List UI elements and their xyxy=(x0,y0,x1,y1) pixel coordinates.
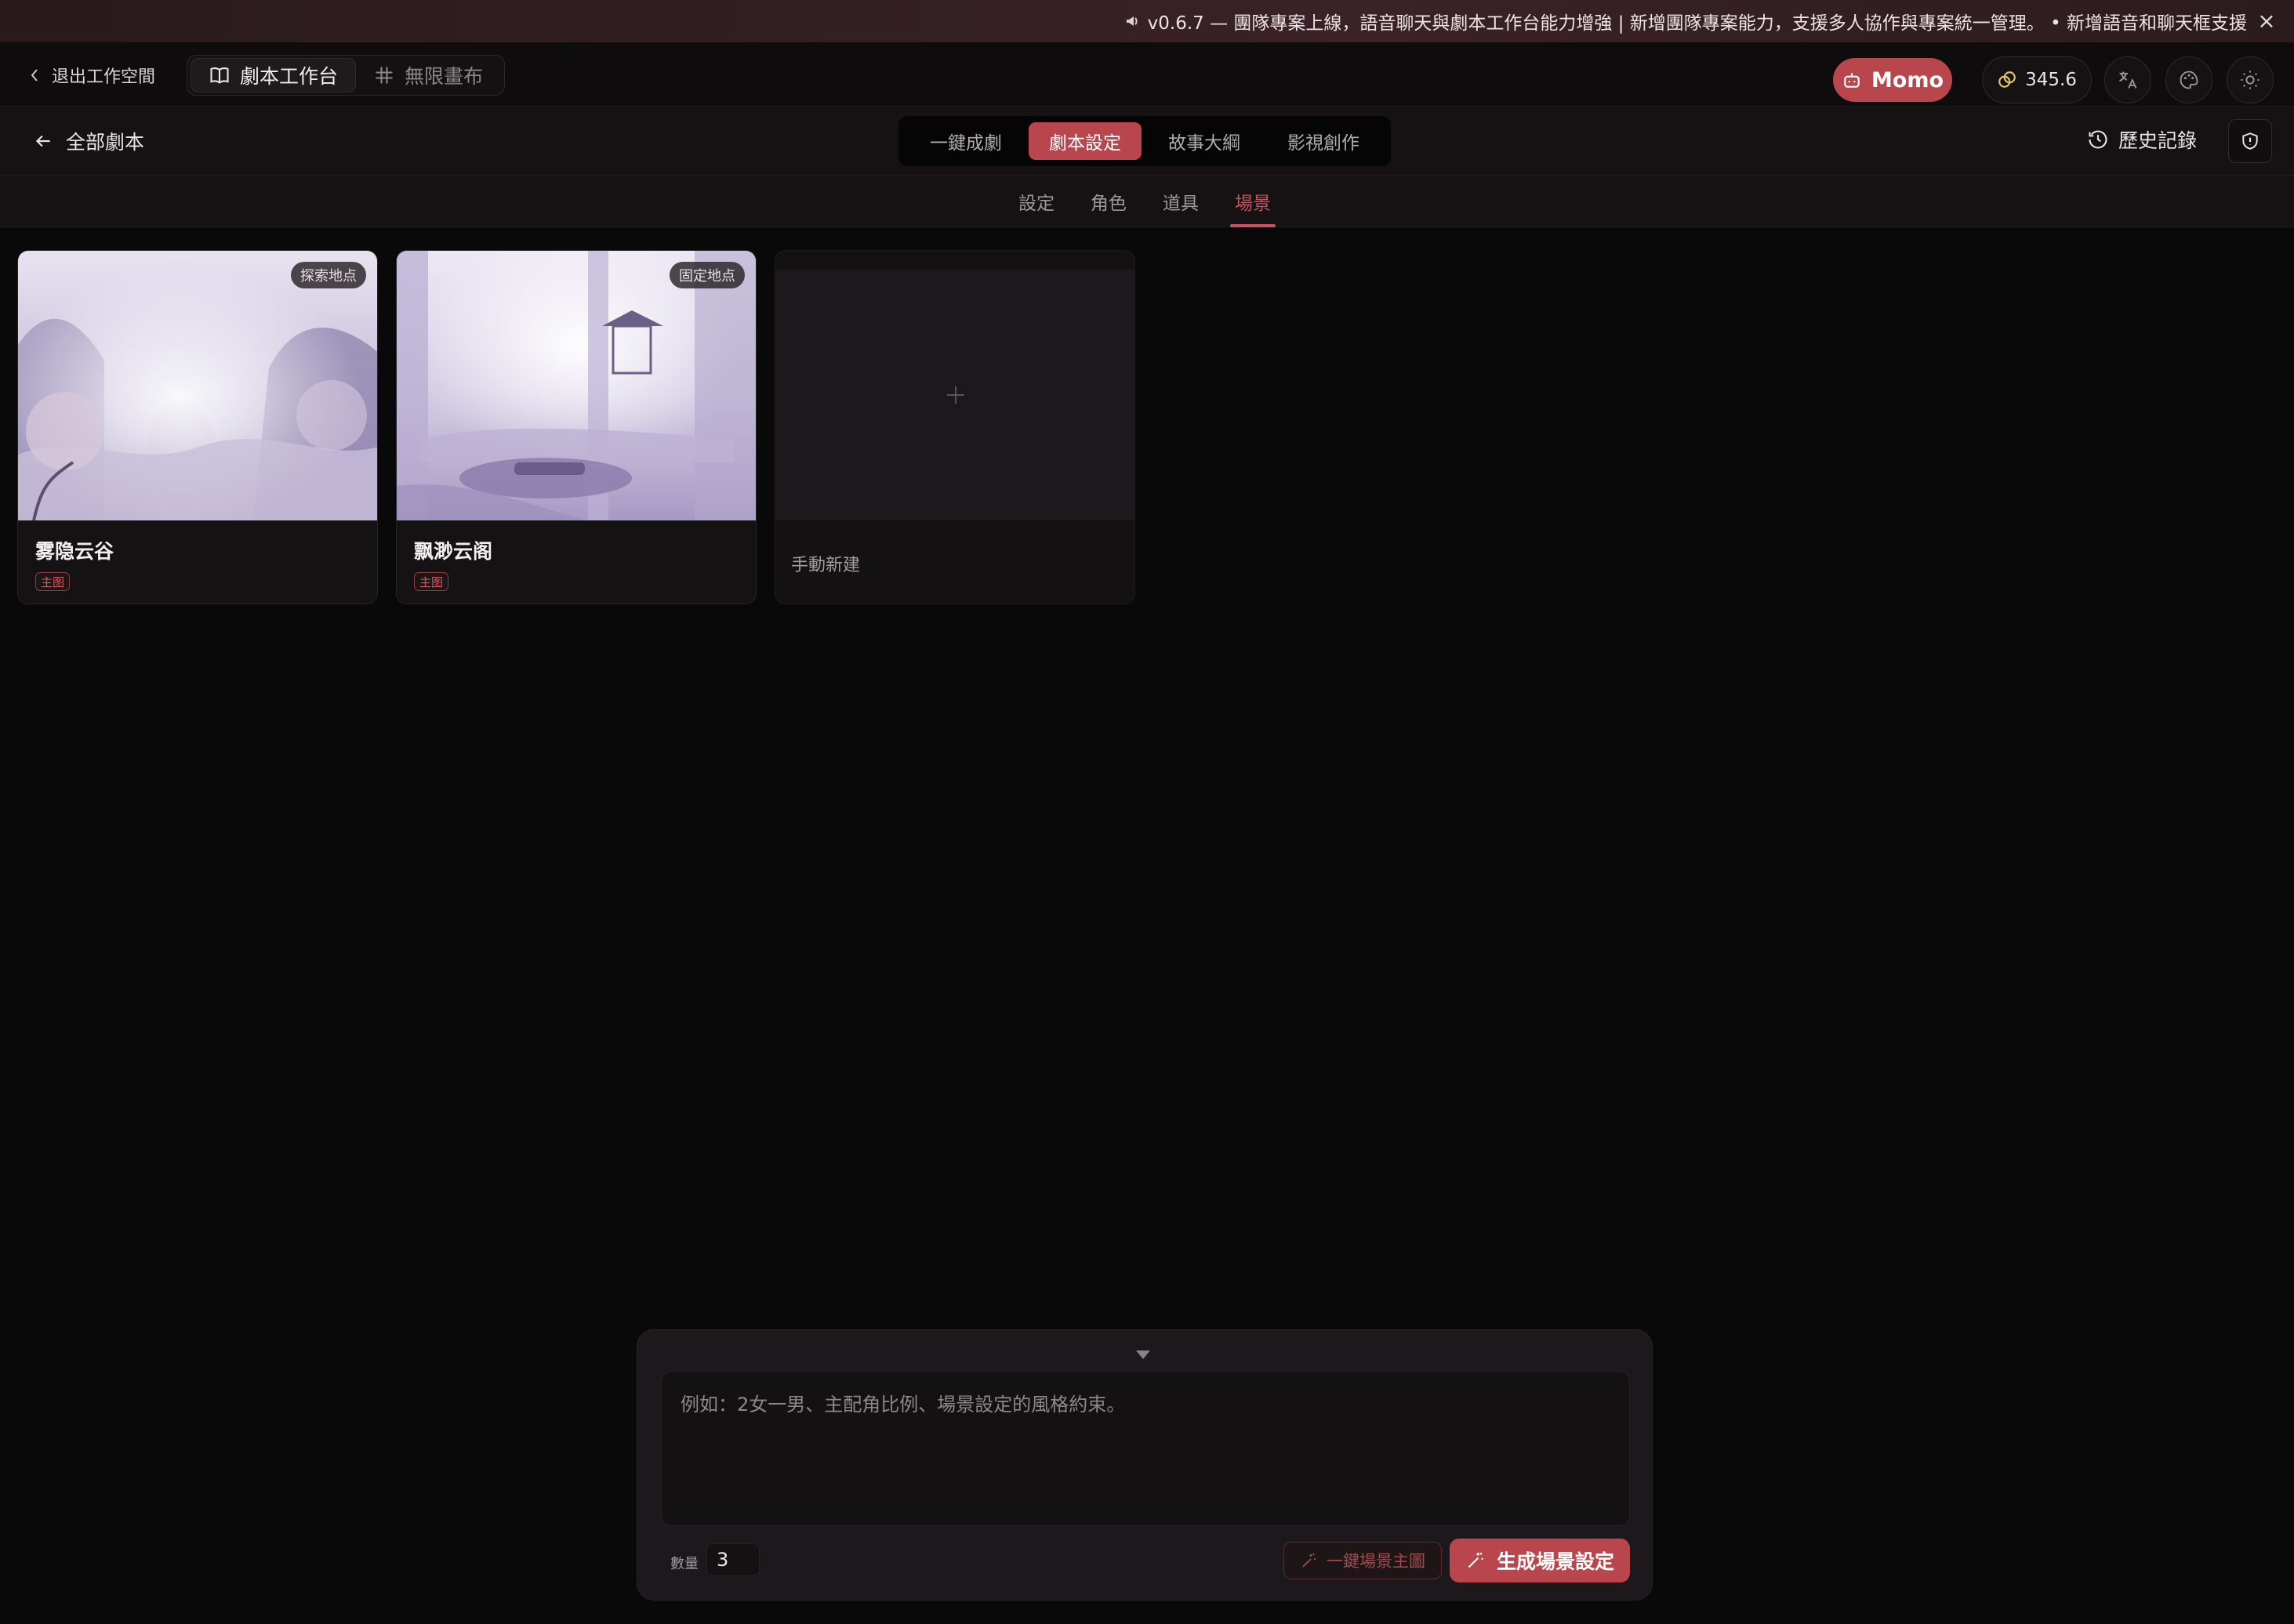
collapse-caret-icon[interactable] xyxy=(1136,1350,1150,1359)
prompt-placeholder: 例如：2女一男、主配角比例、場景設定的風格約束。 xyxy=(681,1394,1126,1416)
hash-icon xyxy=(376,67,393,84)
quantity-input[interactable]: 3 xyxy=(706,1543,760,1576)
book-icon xyxy=(210,67,229,84)
add-placeholder xyxy=(775,270,1134,520)
arrow-left-icon xyxy=(35,135,50,147)
plus-icon xyxy=(947,386,964,404)
magic-wand-icon xyxy=(1468,1552,1483,1568)
top-bar: 退出工作空間 劇本工作台 無限畫布 Momo 345.6 xyxy=(0,42,2294,107)
credits-value: 345.6 xyxy=(2025,70,2077,90)
history-icon xyxy=(2089,130,2107,149)
main-image-tag: 主图 xyxy=(414,572,449,591)
tab-film-creation[interactable]: 影視創作 xyxy=(1267,122,1380,160)
shield-button[interactable] xyxy=(2228,119,2272,163)
quantity-label: 數量 xyxy=(670,1556,699,1572)
credits-balance[interactable]: 345.6 xyxy=(1982,56,2092,103)
scene-card[interactable]: 探索地点 雾隐云谷 主图 xyxy=(17,250,378,604)
momo-assistant-button[interactable]: Momo xyxy=(1833,58,1952,102)
tab-label: 無限畫布 xyxy=(405,65,484,88)
history-label: 歷史記錄 xyxy=(2118,129,2198,152)
exit-workspace-button[interactable]: 退出工作空間 xyxy=(28,60,155,91)
mode-tabs: 一鍵成劇 劇本設定 故事大綱 影視創作 xyxy=(898,116,1391,166)
tab-script-workbench[interactable]: 劇本工作台 xyxy=(191,58,357,92)
robot-icon xyxy=(1844,73,1860,88)
translate-button[interactable] xyxy=(2104,56,2151,103)
coins-icon xyxy=(1998,71,2016,88)
scene-card[interactable]: 固定地点 飘渺云阁 主图 xyxy=(396,250,757,604)
category-tabs: 設定 角色 道具 場景 xyxy=(0,176,2294,227)
momo-label: Momo xyxy=(1871,67,1944,92)
translate-icon xyxy=(2119,71,2137,89)
add-scene-label: 手動新建 xyxy=(791,556,861,575)
history-button[interactable]: 歷史記錄 xyxy=(2087,125,2197,154)
scene-title: 雾隐云谷 xyxy=(35,540,114,563)
megaphone-icon xyxy=(1126,16,1138,26)
tab-one-click-drama[interactable]: 一鍵成劇 xyxy=(909,122,1022,160)
sparkle-wand-icon xyxy=(1302,1553,1316,1568)
chevron-left-icon xyxy=(31,69,38,82)
light-mode-button[interactable] xyxy=(2227,56,2274,103)
script-header: 全部劇本 一鍵成劇 劇本設定 故事大綱 影視創作 歷史記錄 xyxy=(0,107,2294,176)
back-label: 全部劇本 xyxy=(66,131,145,154)
scene-title: 飘渺云阁 xyxy=(414,540,493,563)
generate-scene-settings-button[interactable]: 生成場景設定 xyxy=(1450,1539,1630,1582)
back-to-all-scripts-button[interactable]: 全部劇本 xyxy=(33,127,144,155)
location-type-badge: 探索地点 xyxy=(291,262,366,288)
tab-characters[interactable]: 角色 xyxy=(1091,188,1127,227)
tab-label: 劇本工作台 xyxy=(240,65,339,88)
theme-palette-button[interactable] xyxy=(2165,56,2212,103)
tab-scenes[interactable]: 場景 xyxy=(1230,188,1276,227)
banner-text: v0.6.7 — 團隊專案上線，語音聊天與劇本工作台能力增強 | 新增團隊專案能… xyxy=(1147,13,2247,34)
tab-props[interactable]: 道具 xyxy=(1163,188,1199,227)
location-type-badge: 固定地点 xyxy=(670,262,745,288)
tab-script-settings[interactable]: 劇本設定 xyxy=(1029,122,1142,160)
workspace-tabs: 劇本工作台 無限畫布 xyxy=(187,55,505,96)
primary-button-label: 生成場景設定 xyxy=(1496,1550,1614,1573)
announcement-banner: v0.6.7 — 團隊專案上線，語音聊天與劇本工作台能力增強 | 新增團隊專案能… xyxy=(0,0,2294,42)
scene-image xyxy=(18,251,377,520)
scene-image xyxy=(397,251,756,520)
banner-message: v0.6.7 — 團隊專案上線，語音聊天與劇本工作台能力增強 | 新增團隊專案能… xyxy=(1124,8,2247,34)
main-image-tag: 主图 xyxy=(35,572,71,591)
palette-icon xyxy=(2180,71,2198,89)
secondary-button-label: 一鍵場景主圖 xyxy=(1327,1552,1425,1571)
close-icon[interactable]: × xyxy=(2255,9,2278,33)
prompt-input[interactable]: 例如：2女一男、主配角比例、場景設定的風格約束。 xyxy=(661,1371,1630,1526)
shield-icon xyxy=(2242,132,2258,150)
exit-workspace-label: 退出工作空間 xyxy=(52,67,156,87)
one-click-scene-image-button[interactable]: 一鍵場景主圖 xyxy=(1283,1542,1442,1579)
generate-composer: 例如：2女一男、主配角比例、場景設定的風格約束。 數量 3 一鍵場景主圖 生成場… xyxy=(637,1329,1653,1600)
sun-icon xyxy=(2241,71,2260,89)
tab-infinite-canvas[interactable]: 無限畫布 xyxy=(356,58,500,92)
tab-story-outline[interactable]: 故事大綱 xyxy=(1148,122,1261,160)
add-scene-card[interactable]: 手動新建 xyxy=(775,250,1135,604)
tab-settings[interactable]: 設定 xyxy=(1018,188,1054,227)
